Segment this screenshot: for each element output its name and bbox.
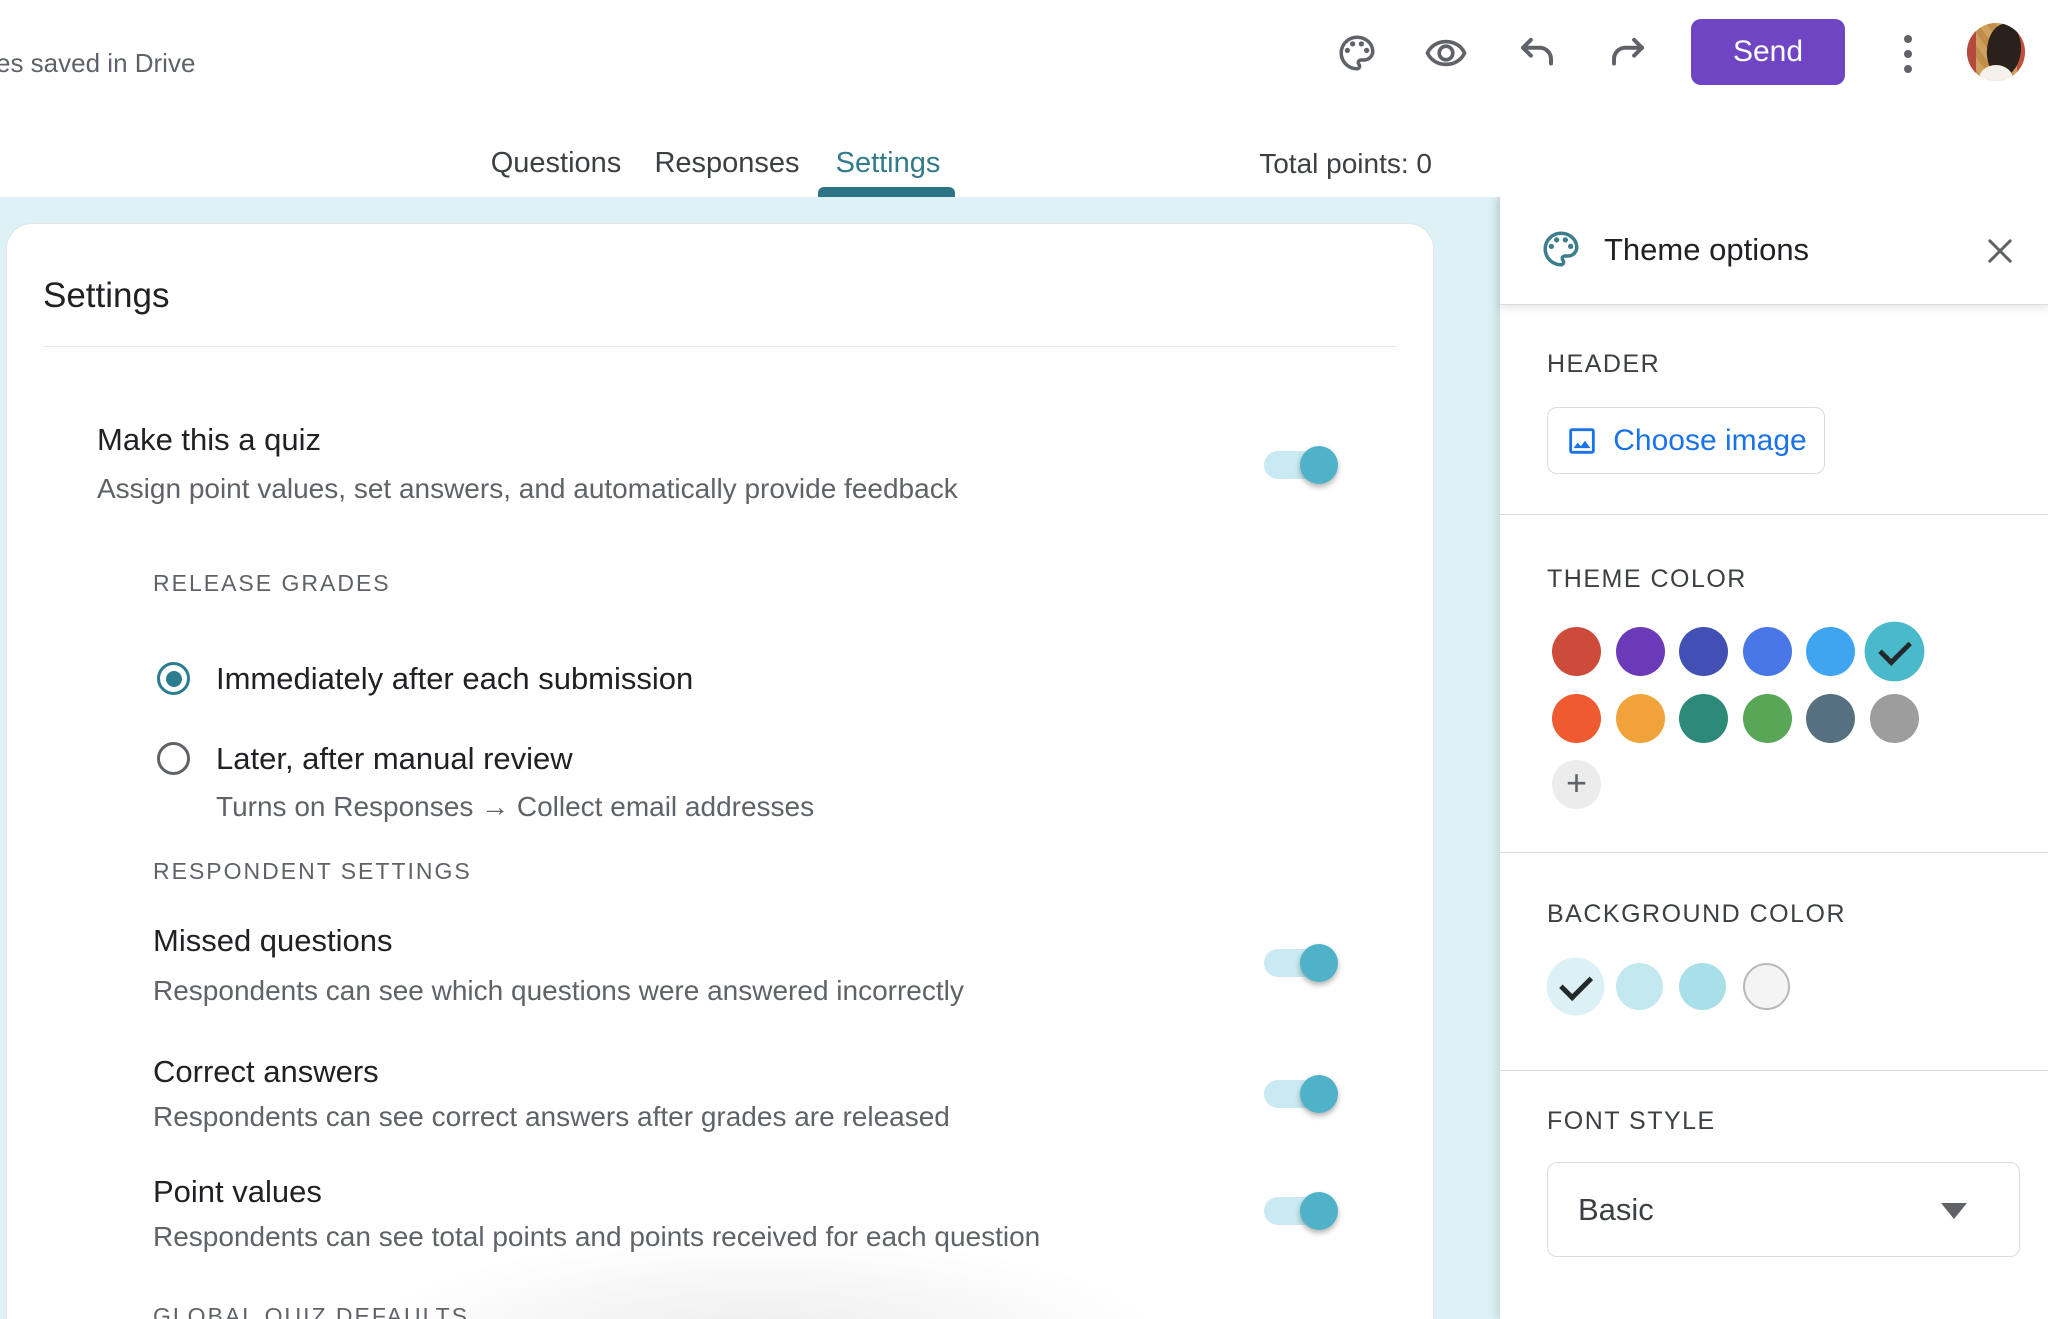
toggle-knob <box>1300 446 1338 484</box>
theme-color-swatch[interactable] <box>1679 627 1728 676</box>
radio-immediately-label[interactable]: Immediately after each submission <box>216 659 693 699</box>
font-style-value: Basic <box>1578 1192 1654 1227</box>
more-options-button[interactable] <box>1886 26 1930 82</box>
undo-icon <box>1516 32 1558 77</box>
release-grades-label: RELEASE GRADES <box>153 570 391 596</box>
radio-immediately[interactable] <box>157 662 190 695</box>
background-color-swatch[interactable] <box>1742 963 1790 1010</box>
tab-questions[interactable]: Questions <box>485 146 628 181</box>
theme-panel-title: Theme options <box>1604 232 1810 267</box>
divider <box>1500 1070 2048 1071</box>
background-color-label: BACKGROUND COLOR <box>1547 900 1847 928</box>
theme-options-panel: Theme options HEADER Choose image THEME … <box>1500 195 2048 1319</box>
avatar-decor <box>1967 23 1976 81</box>
correct-answers-subtitle: Respondents can see correct answers afte… <box>153 1101 950 1132</box>
quiz-toggle-subtitle: Assign point values, set answers, and au… <box>97 473 958 504</box>
radio-later[interactable] <box>157 742 190 775</box>
choose-image-button[interactable]: Choose image <box>1547 407 1825 474</box>
theme-color-swatch[interactable] <box>1806 694 1855 743</box>
theme-color-swatch[interactable] <box>1742 627 1792 676</box>
active-tab-indicator <box>818 187 955 197</box>
theme-color-swatch[interactable] <box>1552 694 1601 743</box>
theme-color-label: THEME COLOR <box>1547 565 1747 593</box>
close-icon <box>1983 234 2017 271</box>
account-avatar[interactable] <box>1967 23 2025 81</box>
correct-answers-title: Correct answers <box>153 1054 379 1089</box>
tab-settings[interactable]: Settings <box>830 146 947 181</box>
theme-color-swatches <box>1552 621 1924 743</box>
image-icon <box>1565 424 1599 458</box>
correct-answers-toggle[interactable] <box>1264 1075 1338 1113</box>
dot <box>1904 65 1912 73</box>
background-color-swatch[interactable] <box>1615 963 1663 1010</box>
quiz-toggle-title: Make this a quiz <box>97 422 321 457</box>
theme-color-swatch[interactable] <box>1864 621 1924 682</box>
theme-color-swatch[interactable] <box>1869 694 1919 743</box>
palette-icon <box>1336 32 1378 77</box>
dot <box>1904 50 1912 58</box>
respondent-settings-label: RESPONDENT SETTINGS <box>153 858 472 884</box>
theme-panel-header: Theme options <box>1500 196 2048 305</box>
close-theme-panel-button[interactable] <box>1980 232 2020 272</box>
missed-questions-title: Missed questions <box>153 923 393 958</box>
theme-color-swatch[interactable] <box>1615 694 1665 743</box>
font-style-label: FONT STYLE <box>1547 1107 1716 1135</box>
toggle-knob <box>1300 944 1338 982</box>
dot <box>1904 35 1912 43</box>
settings-title: Settings <box>43 276 170 315</box>
send-button[interactable]: Send <box>1691 19 1845 85</box>
undo-button[interactable] <box>1511 28 1563 80</box>
radio-later-helper: Turns on Responses → Collect email addre… <box>216 791 815 822</box>
divider <box>43 346 1397 347</box>
tab-responses[interactable]: Responses <box>648 146 805 181</box>
check-icon <box>1877 631 1911 666</box>
background-color-swatch[interactable] <box>1679 963 1726 1010</box>
palette-icon <box>1540 228 1582 275</box>
theme-color-swatch[interactable] <box>1806 627 1855 676</box>
point-values-title: Point values <box>153 1174 322 1209</box>
divider <box>1500 514 2048 515</box>
missed-questions-toggle[interactable] <box>1264 944 1338 982</box>
radio-later-label[interactable]: Later, after manual review <box>216 739 573 779</box>
divider <box>1500 852 2048 853</box>
header-section-label: HEADER <box>1547 350 1661 378</box>
google-forms-settings-screen: es saved in Drive Send Questions Respons… <box>0 0 2048 1319</box>
toggle-knob <box>1300 1075 1338 1113</box>
preview-button[interactable] <box>1420 28 1472 80</box>
theme-color-swatch[interactable] <box>1742 694 1792 743</box>
save-status-text: es saved in Drive <box>0 48 196 78</box>
missed-questions-subtitle: Respondents can see which questions were… <box>153 975 964 1006</box>
chevron-down-icon <box>1941 1203 1967 1219</box>
redo-button[interactable] <box>1602 28 1654 80</box>
quiz-toggle[interactable] <box>1264 446 1338 484</box>
background-color-swatch[interactable] <box>1546 957 1605 1016</box>
customize-theme-button[interactable] <box>1331 28 1383 80</box>
top-toolbar: es saved in Drive Send Questions Respons… <box>0 0 2048 197</box>
add-custom-color-button[interactable]: + <box>1552 760 1601 809</box>
scroll-shadow <box>351 1234 1171 1319</box>
redo-icon <box>1607 32 1649 77</box>
point-values-toggle[interactable] <box>1264 1192 1338 1230</box>
choose-image-label: Choose image <box>1613 423 1807 457</box>
settings-card: Settings Make this a quiz Assign point v… <box>6 223 1434 1319</box>
font-style-dropdown[interactable]: Basic <box>1547 1162 2020 1257</box>
total-points-label: Total points: 0 <box>1259 148 1432 179</box>
eye-icon <box>1424 31 1468 78</box>
background-color-swatches <box>1546 957 1790 1016</box>
theme-color-swatch[interactable] <box>1552 627 1601 676</box>
theme-color-swatch[interactable] <box>1679 694 1728 743</box>
theme-color-swatch[interactable] <box>1615 627 1665 676</box>
global-quiz-defaults-label: GLOBAL QUIZ DEFAULTS <box>153 1303 470 1319</box>
toggle-knob <box>1300 1192 1338 1230</box>
check-icon <box>1558 966 1593 1001</box>
